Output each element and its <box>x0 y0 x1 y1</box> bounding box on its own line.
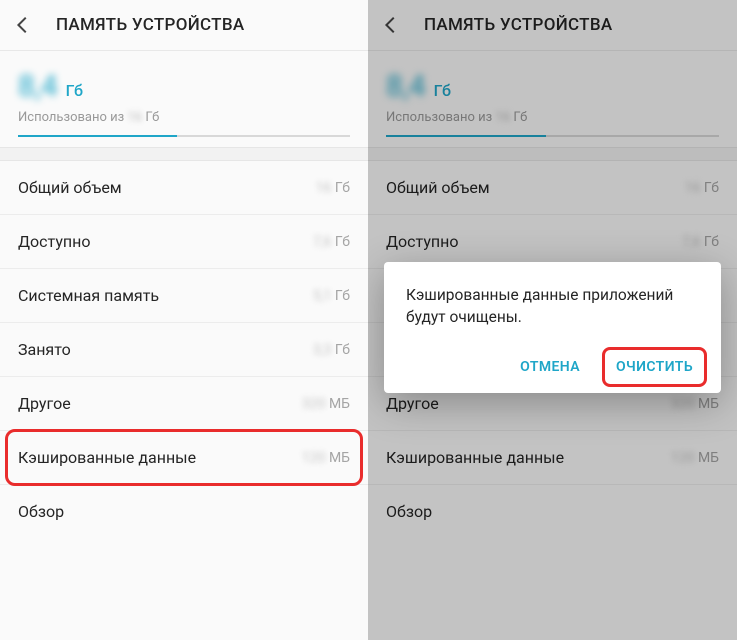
screen-storage-left: ПАМЯТЬ УСТРОЙСТВА 8,4 Гб Использовано из… <box>0 0 368 640</box>
app-header: ПАМЯТЬ УСТРОЙСТВА <box>0 0 368 51</box>
row-system[interactable]: Системная память 5,1 Гб <box>0 269 368 323</box>
dialog-actions: ОТМЕНА ОЧИСТИТЬ <box>406 351 699 383</box>
page-title: ПАМЯТЬ УСТРОЙСТВА <box>56 15 244 35</box>
row-total[interactable]: Общий объем 16 Гб <box>0 161 368 215</box>
row-available[interactable]: Доступно 7,6 Гб <box>0 215 368 269</box>
row-used[interactable]: Занято 3,3 Гб <box>0 323 368 377</box>
usage-progress <box>18 135 350 137</box>
dialog-message: Кэшированные данные приложений будут очи… <box>406 284 699 329</box>
screen-storage-right: ПАМЯТЬ УСТРОЙСТВА 8,4 Гб Использовано из… <box>368 0 737 640</box>
usage-value: 8,4 <box>18 69 58 104</box>
usage-summary: 8,4 Гб Использовано из 16 Гб <box>0 51 368 147</box>
section-divider <box>0 147 368 161</box>
back-icon[interactable] <box>12 14 34 36</box>
clear-cache-dialog: Кэшированные данные приложений будут очи… <box>384 262 721 393</box>
usage-subtitle: Использовано из 16 Гб <box>18 110 350 125</box>
row-other[interactable]: Другое 320 МБ <box>0 377 368 431</box>
storage-list: Общий объем 16 Гб Доступно 7,6 Гб Систем… <box>0 161 368 538</box>
clear-button[interactable]: ОЧИСТИТЬ <box>610 351 699 383</box>
usage-unit: Гб <box>66 81 83 100</box>
row-explore[interactable]: Обзор <box>0 485 368 538</box>
cancel-button[interactable]: ОТМЕНА <box>514 351 586 383</box>
row-cached[interactable]: Кэшированные данные 120 МБ <box>0 431 368 485</box>
